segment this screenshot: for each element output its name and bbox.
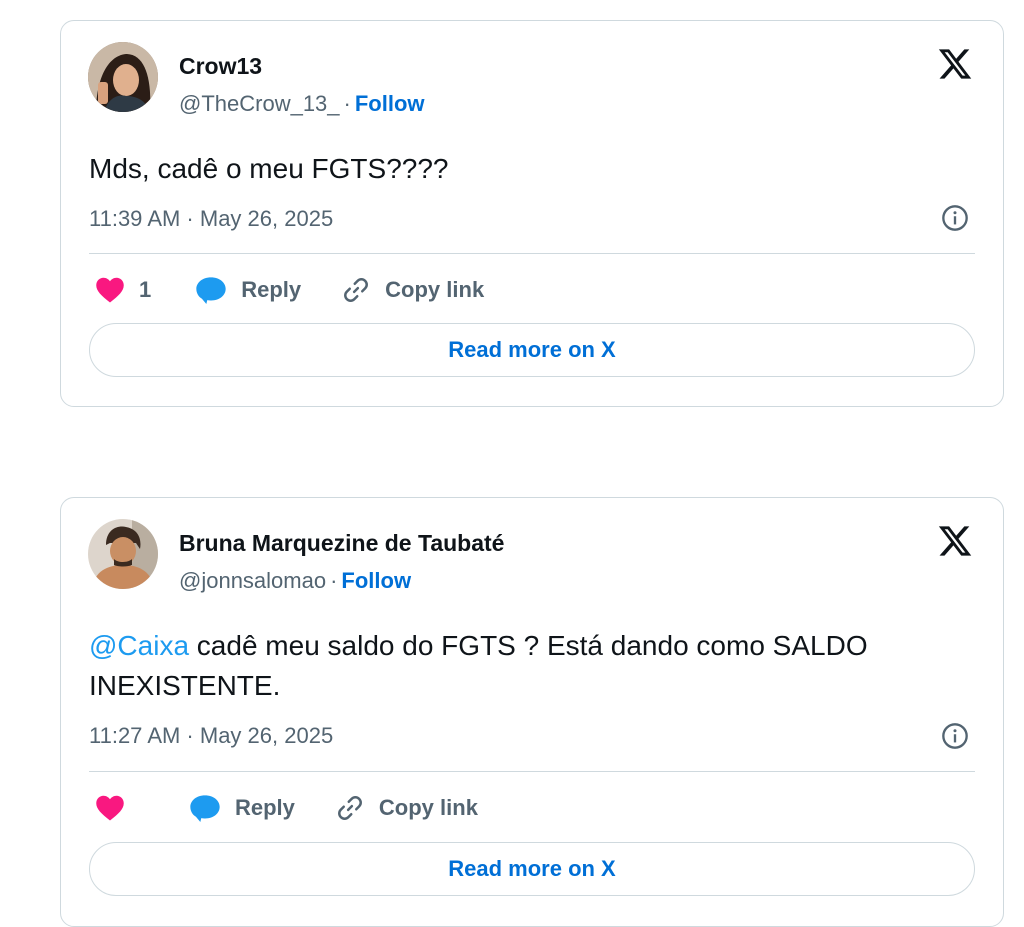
info-icon[interactable] [941, 722, 969, 750]
copy-link-button[interactable]: Copy link [341, 275, 484, 305]
follow-button[interactable]: Follow [341, 568, 411, 593]
reply-button[interactable]: Reply [195, 275, 301, 305]
author-name[interactable]: Crow13 [179, 53, 262, 80]
tweet-body: cadê meu saldo do FGTS ? Está dando como… [89, 630, 868, 701]
like-button[interactable] [95, 794, 139, 822]
like-count: 1 [139, 277, 152, 302]
tweet-timestamp[interactable]: 11:27 AM · May 26, 2025 [89, 723, 333, 749]
tweet-text: @Caixa cadê meu saldo do FGTS ? Está dan… [89, 626, 969, 706]
tweet-body: Mds, cadê o meu FGTS???? [89, 153, 449, 184]
handle-separator: · [330, 568, 338, 593]
avatar[interactable] [88, 42, 158, 112]
reply-label: Reply [235, 795, 295, 820]
follow-button[interactable]: Follow [355, 91, 425, 116]
reply-button[interactable]: Reply [189, 793, 295, 823]
author-handle[interactable]: @jonnsalomao [179, 568, 326, 593]
author-handle[interactable]: @TheCrow_13_ [179, 91, 340, 116]
reply-bubble-icon [190, 795, 220, 822]
tweet-card: Crow13 @TheCrow_13_ · Follow Mds, cadê o m… [60, 20, 1004, 407]
like-button[interactable]: 1 [95, 276, 151, 304]
tweet-timestamp[interactable]: 11:39 AM · May 26, 2025 [89, 206, 333, 232]
author-handle-line: @TheCrow_13_ · Follow [179, 91, 425, 117]
heart-icon [96, 277, 124, 303]
avatar-image-icon [88, 519, 158, 589]
read-more-button[interactable]: Read more on X [89, 323, 975, 377]
x-logo-icon[interactable] [937, 523, 973, 559]
action-bar: Reply Copy link [95, 790, 478, 826]
read-more-button[interactable]: Read more on X [89, 842, 975, 896]
info-icon[interactable] [941, 204, 969, 232]
x-logo-icon[interactable] [937, 46, 973, 82]
copy-link-button[interactable]: Copy link [335, 793, 478, 823]
author-handle-line: @jonnsalomao · Follow [179, 568, 411, 594]
copy-link-label: Copy link [385, 277, 485, 302]
handle-separator: · [343, 91, 351, 116]
link-icon [337, 796, 362, 820]
heart-icon [96, 795, 124, 821]
copy-link-label: Copy link [378, 795, 478, 820]
divider [89, 253, 975, 254]
avatar[interactable] [88, 519, 158, 589]
tweet-text: Mds, cadê o meu FGTS???? [89, 149, 969, 189]
reply-bubble-icon [196, 277, 226, 304]
tweet-card: Bruna Marquezine de Taubaté @jonnsalomao… [60, 497, 1004, 927]
author-name[interactable]: Bruna Marquezine de Taubaté [179, 530, 504, 557]
reply-label: Reply [241, 277, 302, 302]
divider [89, 771, 975, 772]
action-bar: 1 Reply Copy link [95, 272, 484, 308]
link-icon [344, 278, 369, 302]
avatar-image-icon [88, 42, 158, 112]
tweet-mention[interactable]: @Caixa [89, 630, 189, 661]
